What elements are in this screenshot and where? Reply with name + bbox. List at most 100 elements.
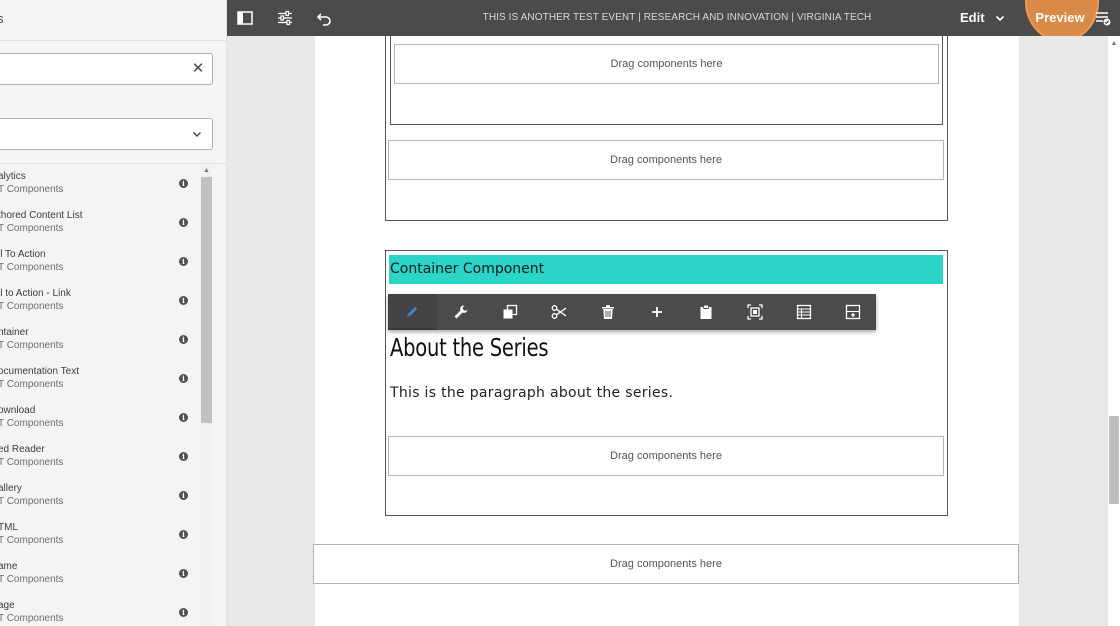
- list-item[interactable]: ll to Action - Link T Components i: [0, 283, 200, 322]
- series-heading[interactable]: About the Series: [390, 333, 549, 362]
- component-group: T Components: [0, 496, 64, 507]
- cut-button[interactable]: [535, 294, 584, 330]
- component-group: T Components: [0, 340, 64, 351]
- clipboard-icon: [700, 304, 712, 319]
- editor-toolbar: THIS IS ANOTHER TEST EVENT | RESEARCH AN…: [227, 0, 1120, 40]
- info-icon[interactable]: i: [179, 491, 188, 500]
- component-name: alytics: [0, 171, 26, 182]
- scroll-up-icon[interactable]: ▲: [201, 166, 212, 176]
- info-icon[interactable]: i: [179, 257, 188, 266]
- drop-zone[interactable]: Drag components here: [388, 436, 944, 476]
- info-icon[interactable]: i: [179, 569, 188, 578]
- convert-icon: [845, 304, 861, 320]
- scroll-up-icon[interactable]: ▲: [1108, 39, 1120, 49]
- copy-icon: [503, 304, 518, 319]
- preview-button[interactable]: Preview: [1030, 0, 1090, 36]
- wrench-icon: [454, 305, 468, 319]
- list-item[interactable]: ame T Components i: [0, 556, 200, 595]
- drop-zone[interactable]: Drag components here: [388, 140, 944, 180]
- drop-zone[interactable]: Drag components here: [313, 544, 1019, 584]
- trash-icon: [602, 305, 614, 319]
- side-panel: s ✕ alytics T Components i thored Conten…: [0, 0, 227, 626]
- container-component-label[interactable]: Container Component: [389, 255, 943, 284]
- chevron-down-icon[interactable]: [995, 13, 1005, 23]
- plus-icon: [652, 307, 662, 317]
- clear-icon[interactable]: ✕: [190, 61, 206, 77]
- list-item[interactable]: ocumentation Text T Components i: [0, 361, 200, 400]
- undo-icon: [316, 13, 331, 26]
- component-name: TML: [0, 522, 18, 533]
- info-icon[interactable]: i: [179, 413, 188, 422]
- series-paragraph[interactable]: This is the paragraph about the series.: [390, 385, 673, 401]
- component-group: T Components: [0, 535, 64, 546]
- undo-button[interactable]: [307, 0, 341, 36]
- list-item[interactable]: ntainer T Components i: [0, 322, 200, 361]
- editor-scrollbar[interactable]: [1108, 36, 1120, 626]
- page-title: THIS IS ANOTHER TEST EVENT | RESEARCH AN…: [482, 12, 872, 23]
- table-icon: [796, 304, 812, 320]
- component-group: T Components: [0, 574, 64, 585]
- layout-button[interactable]: [731, 294, 780, 330]
- convert-button[interactable]: [829, 294, 878, 330]
- list-item[interactable]: thored Content List T Components i: [0, 205, 200, 244]
- layout-icon: [747, 304, 763, 320]
- chevron-down-icon: [192, 131, 202, 138]
- component-name: ocumentation Text: [0, 366, 79, 377]
- editor-scrollbar-thumb[interactable]: [1109, 416, 1119, 504]
- info-icon[interactable]: i: [179, 179, 188, 188]
- info-icon[interactable]: i: [179, 296, 188, 305]
- info-icon[interactable]: i: [179, 452, 188, 461]
- info-icon[interactable]: i: [179, 530, 188, 539]
- list-item[interactable]: allery T Components i: [0, 478, 200, 517]
- annotations-icon[interactable]: [1095, 10, 1111, 26]
- component-name: ame: [0, 561, 18, 572]
- info-icon[interactable]: i: [179, 335, 188, 344]
- info-icon[interactable]: i: [179, 374, 188, 383]
- component-group: T Components: [0, 418, 64, 429]
- component-toolbar: [388, 294, 876, 330]
- component-group: T Components: [0, 223, 64, 234]
- component-name: thored Content List: [0, 210, 83, 221]
- paste-button[interactable]: [682, 294, 731, 330]
- list-item[interactable]: TML T Components i: [0, 517, 200, 556]
- component-group: T Components: [0, 184, 64, 195]
- component-name: ll To Action: [0, 249, 46, 260]
- component-group-select[interactable]: [0, 118, 213, 150]
- list-item[interactable]: ed Reader T Components i: [0, 439, 200, 478]
- list-item[interactable]: ownload T Components i: [0, 400, 200, 439]
- component-name: allery: [0, 483, 22, 494]
- delete-button[interactable]: [584, 294, 633, 330]
- panel-title: s: [0, 11, 4, 26]
- group-button[interactable]: [780, 294, 829, 330]
- component-search-input[interactable]: [0, 53, 213, 85]
- edit-button[interactable]: [388, 294, 437, 330]
- configure-button[interactable]: [437, 294, 486, 330]
- component-list: alytics T Components i thored Content Li…: [0, 166, 200, 626]
- insert-component-button[interactable]: [633, 294, 682, 330]
- copy-button[interactable]: [486, 294, 535, 330]
- divider: [0, 163, 226, 164]
- component-name: ownload: [0, 405, 36, 416]
- component-group: T Components: [0, 379, 64, 390]
- toggle-side-panel-button[interactable]: [228, 0, 262, 36]
- component-group: T Components: [0, 457, 64, 468]
- list-item[interactable]: alytics T Components i: [0, 166, 200, 205]
- drop-zone[interactable]: Drag components here: [394, 44, 939, 84]
- mode-selector[interactable]: Edit: [960, 0, 985, 36]
- list-item[interactable]: ll To Action T Components i: [0, 244, 200, 283]
- list-item[interactable]: age T Components i: [0, 595, 200, 626]
- info-icon[interactable]: i: [179, 608, 188, 617]
- component-group: T Components: [0, 301, 64, 312]
- component-name: ed Reader: [0, 444, 45, 455]
- info-icon[interactable]: i: [179, 218, 188, 227]
- container-frame[interactable]: [385, 250, 948, 516]
- component-group: T Components: [0, 262, 64, 273]
- page-properties-button[interactable]: [268, 0, 302, 36]
- component-name: age: [0, 600, 15, 611]
- side-scrollbar-thumb[interactable]: [201, 177, 212, 423]
- pencil-icon: [407, 307, 417, 317]
- scissors-icon: [551, 305, 567, 319]
- component-group: T Components: [0, 613, 64, 624]
- side-panel-icon: [237, 11, 253, 25]
- sliders-icon: [278, 10, 292, 26]
